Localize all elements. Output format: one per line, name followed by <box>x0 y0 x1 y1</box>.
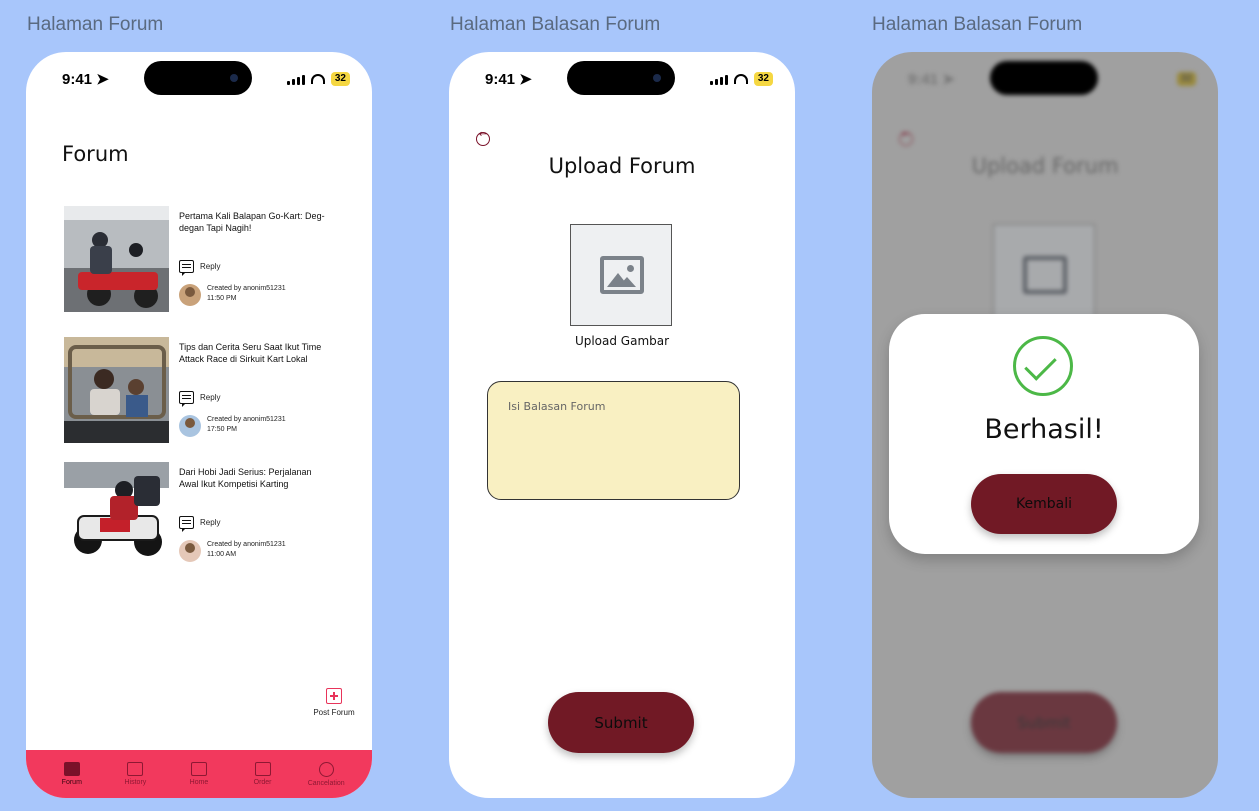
cart-icon <box>254 762 271 776</box>
status-time: 9:41 ➤ <box>62 71 109 88</box>
back-arrow-icon <box>899 129 913 146</box>
avatar <box>179 540 201 562</box>
created-by: Created by anonim51231 <box>207 285 286 292</box>
submit-button[interactable]: Submit <box>548 692 694 753</box>
comment-icon <box>179 260 194 276</box>
back-button[interactable]: Kembali <box>971 474 1117 534</box>
comment-icon <box>179 516 194 532</box>
frame-label-reply-success: Halaman Balasan Forum <box>872 14 1083 35</box>
success-dialog: Berhasil! Kembali <box>889 314 1199 554</box>
page-title: Upload Forum <box>971 154 1119 178</box>
status-time: 9:41 ➤ <box>485 71 532 88</box>
reply-button[interactable]: Reply <box>179 260 220 276</box>
frame-label-forum: Halaman Forum <box>27 14 164 35</box>
post-thumbnail <box>64 337 169 443</box>
upload-image-label: Upload Gambar <box>574 334 670 348</box>
nav-item-home[interactable]: Home <box>174 762 224 786</box>
created-by: Created by anonim51231 <box>207 416 286 423</box>
battery-icon: 32 <box>1176 72 1196 86</box>
avatar <box>179 284 201 306</box>
nav-item-forum[interactable]: Forum <box>47 762 97 786</box>
post-author: Created by anonim51231 17:50 PM <box>179 415 286 437</box>
upload-image-box <box>993 224 1095 326</box>
post-time: 11:00 AM <box>207 551 237 558</box>
post-thumbnail <box>64 462 169 568</box>
avatar <box>179 415 201 437</box>
post-forum-button[interactable]: Post Forum <box>309 688 359 717</box>
truck-icon <box>63 762 80 776</box>
reply-button[interactable]: Reply <box>179 391 220 407</box>
forum-post[interactable]: Tips dan Cerita Seru Saat Ikut Time Atta… <box>64 337 354 445</box>
post-author: Created by anonim51231 11:00 AM <box>179 540 286 562</box>
dynamic-island <box>990 61 1098 95</box>
signal-icon <box>286 74 305 85</box>
wifi-icon <box>310 74 325 84</box>
dynamic-island <box>144 61 252 95</box>
post-title[interactable]: Pertama Kali Balapan Go-Kart: Deg-degan … <box>179 210 329 234</box>
nav-item-order[interactable]: Order <box>238 762 288 786</box>
post-title[interactable]: Dari Hobi Jadi Serius: Perjalanan Awal I… <box>179 466 329 490</box>
upload-image-box[interactable] <box>570 224 672 326</box>
page-title: Upload Forum <box>548 154 696 178</box>
plus-square-icon <box>326 688 342 704</box>
page-title: Forum <box>62 142 129 166</box>
wifi-icon <box>733 74 748 84</box>
dynamic-island <box>567 61 675 95</box>
nav-item-cancelation[interactable]: Cancelation <box>301 761 351 787</box>
history-icon <box>127 762 144 776</box>
reply-button[interactable]: Reply <box>179 516 220 532</box>
phone-forum: 9:41 ➤ 32 Forum Pertama Kali Balapan Go-… <box>26 52 372 798</box>
post-thumbnail <box>64 206 169 312</box>
status-time: 9:41 ➤ <box>908 71 955 88</box>
cancel-icon <box>318 761 334 777</box>
bottom-nav: Forum History Home Order Cancelation <box>26 750 372 798</box>
post-author: Created by anonim51231 11:50 PM <box>179 284 286 306</box>
forum-post[interactable]: Pertama Kali Balapan Go-Kart: Deg-degan … <box>64 206 354 314</box>
submit-button: Submit <box>971 692 1117 753</box>
image-icon <box>1023 256 1067 294</box>
reply-content-input[interactable]: Isi Balasan Forum <box>487 381 740 500</box>
home-icon <box>190 762 207 776</box>
comment-icon <box>179 391 194 407</box>
status-bar: 9:41 ➤ 32 <box>449 52 795 107</box>
frame-label-reply: Halaman Balasan Forum <box>450 14 661 35</box>
post-title[interactable]: Tips dan Cerita Seru Saat Ikut Time Atta… <box>179 341 329 365</box>
check-circle-icon <box>1013 336 1073 396</box>
post-time: 11:50 PM <box>207 295 237 302</box>
battery-icon: 32 <box>753 72 773 86</box>
forum-post[interactable]: Dari Hobi Jadi Serius: Perjalanan Awal I… <box>64 462 354 570</box>
image-icon <box>600 256 644 294</box>
status-bar: 9:41 ➤ 32 <box>26 52 372 107</box>
post-time: 17:50 PM <box>207 426 237 433</box>
success-message: Berhasil! <box>984 414 1104 445</box>
back-arrow-icon[interactable] <box>476 129 490 146</box>
created-by: Created by anonim51231 <box>207 541 286 548</box>
phone-upload: 9:41 ➤ 32 Upload Forum Upload Gambar Isi… <box>449 52 795 798</box>
battery-icon: 32 <box>330 72 350 86</box>
signal-icon <box>709 74 728 85</box>
nav-item-history[interactable]: History <box>110 762 160 786</box>
